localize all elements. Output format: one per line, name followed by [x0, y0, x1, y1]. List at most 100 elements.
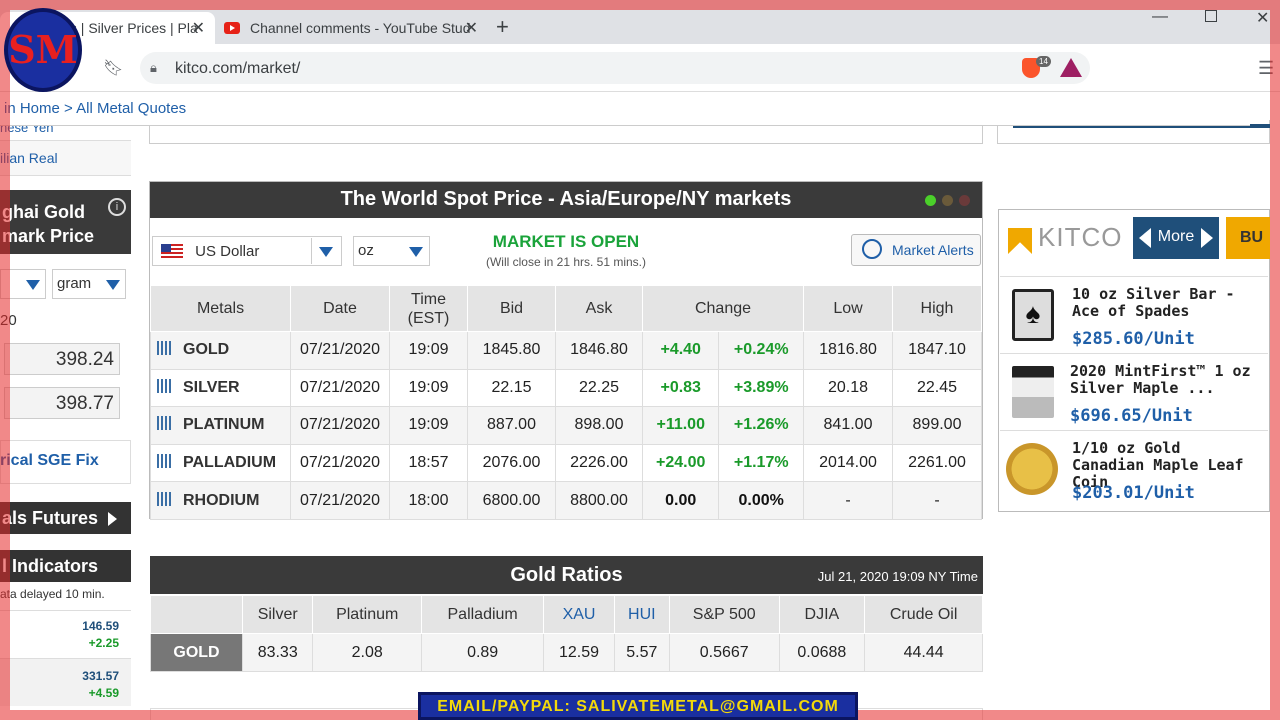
- metal-row[interactable]: SILVER 07/21/2020 19:09 22.15 22.25 +0.83 +3.8…: [150, 368, 982, 408]
- chevron-left-icon: [1139, 228, 1151, 248]
- metal-row[interactable]: PLATINUM 07/21/2020 19:09 887.00 898.00 +11.0…: [150, 406, 982, 445]
- ratio-value: 12.59: [543, 633, 615, 672]
- metals-futures-header[interactable]: als Futures: [0, 502, 131, 534]
- indicator-value: 331.57: [82, 669, 119, 683]
- more-label: More: [1157, 228, 1195, 245]
- col-time-line: Time: [411, 290, 446, 308]
- ad-product-price: $696.65/Unit: [1070, 406, 1193, 426]
- url-text[interactable]: kitco.com/market/: [175, 60, 300, 78]
- tab-youtube-studio[interactable]: Channel comments - YouTube Stud ✕: [218, 12, 488, 44]
- chart-icon[interactable]: [157, 454, 173, 469]
- info-icon[interactable]: i: [108, 198, 126, 216]
- metal-row[interactable]: RHODIUM 07/21/2020 18:00 6800.00 8800.00 0.00…: [150, 481, 982, 520]
- contact-banner: EMAIL/PAYPAL: SALIVATEMETAL@GMAIL.COM: [418, 692, 858, 720]
- metal-ask: 22.25: [555, 368, 643, 408]
- kitco-logo[interactable]: KITCO: [1038, 222, 1122, 253]
- lock-icon[interactable]: 🔒︎: [150, 60, 157, 76]
- market-status: MARKET IS OPEN: [492, 232, 640, 251]
- ad-product-price: $285.60/Unit: [1072, 329, 1195, 349]
- silver-maple-image: [1012, 366, 1054, 418]
- close-tab-icon[interactable]: ✕: [465, 18, 478, 38]
- chart-icon[interactable]: [157, 341, 173, 356]
- indicator-change: +4.59: [88, 686, 119, 700]
- chart-icon[interactable]: [157, 378, 173, 393]
- metal-low: 1816.80: [803, 331, 893, 370]
- col-bid: Bid: [467, 285, 556, 332]
- ad-product[interactable]: 1/10 oz Gold Canadian Maple Leaf Coin $2…: [1000, 430, 1268, 506]
- metal-name[interactable]: PLATINUM: [150, 406, 291, 445]
- chevron-down-icon: [409, 247, 423, 257]
- more-button[interactable]: More: [1133, 217, 1219, 259]
- metal-time: 18:57: [389, 443, 468, 483]
- metal-low: -: [803, 481, 893, 520]
- ratio-header: S&P 500: [668, 595, 780, 634]
- metal-change: +24.00: [641, 443, 720, 483]
- sge-currency-select[interactable]: [0, 269, 46, 299]
- col-low: Low: [803, 285, 893, 332]
- ad-product[interactable]: 2020 MintFirst™ 1 oz Silver Maple ... $6…: [1000, 353, 1268, 429]
- metal-high: 2261.00: [892, 443, 982, 483]
- sidebar-currency-item[interactable]: ilian Real: [0, 150, 58, 166]
- metal-change-pct: +1.26%: [718, 406, 804, 445]
- chart-icon[interactable]: [157, 416, 173, 431]
- maximize-button[interactable]: [1205, 10, 1217, 22]
- browser-menu-icon[interactable]: ☰: [1258, 58, 1274, 79]
- market-close-countdown: (Will close in 21 hrs. 51 mins.): [485, 255, 647, 269]
- close-tab-icon[interactable]: ✕: [192, 18, 205, 38]
- indicator-row[interactable]: 146.59 +2.25: [0, 610, 131, 658]
- chevron-down-icon: [26, 280, 40, 290]
- buy-button[interactable]: BU: [1226, 217, 1270, 259]
- metal-bid: 2076.00: [467, 443, 556, 483]
- metal-name[interactable]: RHODIUM: [150, 481, 291, 520]
- metal-time: 19:09: [389, 406, 468, 445]
- breadcrumb[interactable]: in Home > All Metal Quotes: [0, 96, 1250, 126]
- metal-row[interactable]: GOLD 07/21/2020 19:09 1845.80 1846.80 +4.40 +0…: [150, 331, 982, 370]
- alarm-clock-icon: [862, 239, 882, 259]
- metal-change: 0.00: [641, 481, 720, 520]
- currency-select[interactable]: US Dollar: [152, 236, 342, 266]
- metal-change-pct: 0.00%: [718, 481, 804, 520]
- ad-product[interactable]: ♠ 10 oz Silver Bar - Ace of Spades $285.…: [1000, 276, 1268, 352]
- gold-ratios-table: Silver Platinum Palladium XAU HUI S&P 500 DJIA…: [150, 595, 983, 672]
- ratio-header: DJIA: [778, 595, 866, 634]
- ratio-header: Silver: [241, 595, 314, 634]
- data-delay-note: ata delayed 10 min.: [0, 587, 105, 601]
- ratios-row-label: GOLD: [150, 633, 243, 672]
- metal-row[interactable]: PALLADIUM 07/21/2020 18:57 2076.00 2226.00 +2…: [150, 443, 982, 483]
- sge-unit-select[interactable]: gram: [52, 269, 126, 299]
- metal-ask: 2226.00: [555, 443, 643, 483]
- ratio-value: 2.08: [312, 633, 422, 672]
- chart-icon[interactable]: [157, 491, 173, 506]
- new-tab-button[interactable]: +: [496, 14, 509, 40]
- metal-name-label: RHODIUM: [183, 491, 260, 509]
- metal-name[interactable]: PALLADIUM: [150, 443, 291, 483]
- ratio-header[interactable]: XAU: [543, 595, 615, 634]
- metal-name[interactable]: SILVER: [150, 368, 291, 408]
- metal-bid: 6800.00: [467, 481, 556, 520]
- historical-sge-fix-link[interactable]: rical SGE Fix: [0, 452, 99, 470]
- unit-select[interactable]: oz: [353, 236, 430, 266]
- minimize-button[interactable]: —: [1152, 8, 1168, 26]
- ratio-header[interactable]: HUI: [613, 595, 670, 634]
- ratio-value: 83.33: [241, 633, 314, 672]
- indicator-value: 146.59: [82, 619, 119, 633]
- metal-date: 07/21/2020: [290, 406, 390, 445]
- unit-select-value: gram: [57, 275, 92, 292]
- status-dot: [942, 195, 953, 206]
- col-ask: Ask: [555, 285, 643, 332]
- metal-name[interactable]: GOLD: [150, 331, 291, 370]
- chevron-down-icon: [106, 280, 120, 290]
- metal-low: 841.00: [803, 406, 893, 445]
- chevron-right-icon: [108, 512, 117, 526]
- metal-date: 07/21/2020: [290, 481, 390, 520]
- ratio-value: 44.44: [864, 633, 983, 672]
- metal-change: +0.83: [641, 368, 720, 408]
- youtube-icon: [224, 22, 240, 34]
- indicator-row[interactable]: 331.57 +4.59: [0, 658, 131, 706]
- gold-maple-coin-image: [1006, 443, 1058, 495]
- window-close-button[interactable]: ✕: [1256, 8, 1269, 28]
- ad-product-name: 10 oz Silver Bar - Ace of Spades: [1072, 285, 1235, 320]
- brave-rewards-icon[interactable]: [1060, 58, 1082, 77]
- bookmark-icon[interactable]: 🔖︎: [103, 58, 123, 78]
- metal-ask: 8800.00: [555, 481, 643, 520]
